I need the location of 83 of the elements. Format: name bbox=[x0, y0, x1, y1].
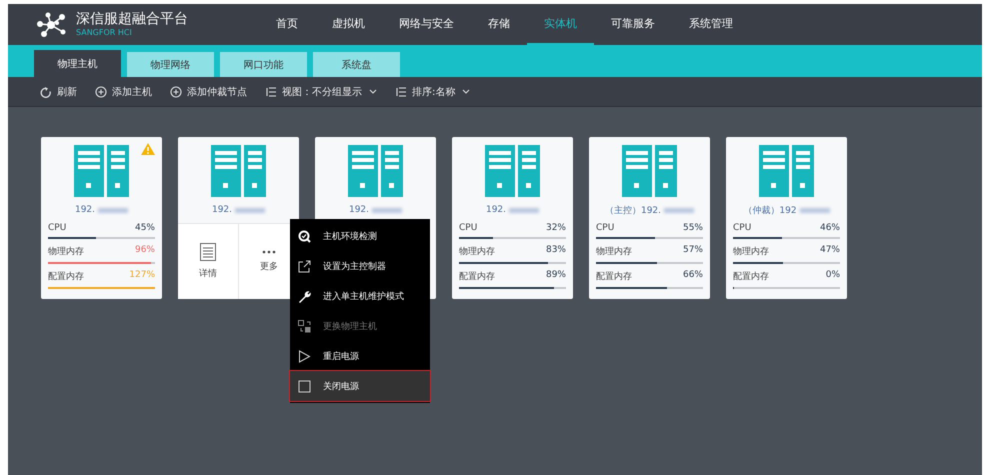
blurred-text bbox=[509, 208, 540, 212]
list-icon bbox=[395, 86, 407, 98]
card-action-button[interactable]: 详情 bbox=[178, 224, 238, 299]
metric-label: CPU bbox=[596, 223, 614, 233]
host-card[interactable]: 192. 详情 更多 bbox=[178, 137, 299, 299]
host-card[interactable]: 192. CPU 45% 物理内存 96% 配置内存 127% bbox=[41, 137, 162, 299]
metric-value: 47% bbox=[820, 245, 840, 257]
menu-item[interactable]: 关闭电源 bbox=[290, 371, 430, 401]
metric-label: 物理内存 bbox=[596, 246, 632, 258]
nav-item[interactable]: 首页 bbox=[259, 4, 315, 45]
host-ip: （仲裁）192 bbox=[743, 204, 797, 216]
metric-label: CPU bbox=[48, 223, 66, 233]
tab[interactable]: 物理主机 bbox=[34, 50, 121, 77]
metric-label: 配置内存 bbox=[459, 270, 495, 283]
metric-value: 32% bbox=[546, 223, 566, 233]
toolbar-button[interactable]: 添加仲裁节点 bbox=[170, 84, 247, 98]
caret-icon bbox=[369, 88, 377, 94]
swap-icon bbox=[298, 320, 311, 332]
host-card[interactable]: （主控）192. CPU 55% 物理内存 57% 配置内存 66% bbox=[589, 137, 710, 299]
logo-icon bbox=[34, 12, 68, 38]
metric-label: 物理内存 bbox=[733, 246, 769, 258]
square-icon bbox=[298, 380, 311, 392]
share-icon bbox=[298, 260, 311, 272]
tab[interactable]: 网口功能 bbox=[220, 52, 307, 77]
nav-item[interactable]: 可靠服务 bbox=[594, 4, 672, 45]
caret-icon bbox=[462, 88, 470, 94]
toolbar-button[interactable]: 排序:名称 bbox=[395, 84, 470, 98]
server-icon bbox=[211, 145, 266, 197]
product-title: 深信服超融合平台 bbox=[76, 11, 188, 28]
host-ip: 192. bbox=[486, 205, 506, 215]
metric-value: 0% bbox=[826, 270, 840, 282]
blurred-text bbox=[98, 208, 128, 212]
metric-label: 物理内存 bbox=[48, 246, 84, 258]
blurred-text bbox=[800, 208, 830, 212]
plus-circle-icon bbox=[170, 86, 182, 98]
list-icon bbox=[265, 86, 277, 98]
host-ip: 192. bbox=[74, 205, 96, 215]
metric-label: CPU bbox=[459, 223, 478, 233]
nav-item[interactable]: 系统管理 bbox=[672, 4, 750, 45]
blurred-text bbox=[664, 208, 694, 212]
product-subtitle: SANGFOR HCI bbox=[76, 28, 133, 38]
refresh-icon bbox=[40, 86, 52, 98]
host-ip: 192. bbox=[212, 205, 232, 215]
metric-label: 配置内存 bbox=[733, 270, 769, 283]
metric-value: 96% bbox=[134, 245, 155, 257]
host-card[interactable]: 192. CPU 32% 物理内存 83% 配置内存 89% bbox=[452, 137, 573, 299]
tab[interactable]: 物理网络 bbox=[127, 52, 214, 77]
server-icon bbox=[622, 145, 677, 197]
metric-value: 55% bbox=[682, 223, 703, 233]
play-icon bbox=[298, 350, 311, 362]
metric-value: 89% bbox=[546, 270, 566, 282]
host-card[interactable]: （仲裁）192 CPU 46% 物理内存 47% 配置内存 0% bbox=[726, 137, 847, 299]
host-ip: 192. bbox=[348, 205, 370, 215]
more-icon bbox=[262, 250, 276, 254]
metric-label: 物理内存 bbox=[459, 246, 495, 258]
wrench-icon bbox=[298, 290, 311, 302]
toolbar-button[interactable]: 添加主机 bbox=[95, 84, 152, 98]
nav-item[interactable]: 存储 bbox=[471, 4, 527, 45]
plus-circle-icon bbox=[95, 86, 107, 98]
menu-item[interactable]: 重启电源 bbox=[290, 341, 430, 371]
nav-item[interactable]: 虚拟机 bbox=[315, 4, 382, 45]
metric-value: 127% bbox=[129, 270, 155, 282]
server-icon bbox=[74, 145, 129, 197]
search-check-icon bbox=[298, 230, 311, 242]
host-ip: （主控）192. bbox=[604, 204, 662, 216]
metric-value: 46% bbox=[820, 223, 840, 233]
blurred-text bbox=[372, 208, 402, 212]
document-icon bbox=[200, 243, 216, 261]
metric-label: CPU bbox=[733, 223, 752, 233]
toolbar-button[interactable]: 刷新 bbox=[40, 84, 77, 98]
tab[interactable]: 系统盘 bbox=[313, 52, 400, 77]
metric-value: 45% bbox=[134, 223, 155, 233]
metric-value: 83% bbox=[546, 245, 566, 257]
nav-item[interactable]: 网络与安全 bbox=[382, 4, 471, 45]
server-icon bbox=[759, 145, 814, 197]
metric-value: 57% bbox=[682, 245, 703, 257]
server-icon bbox=[348, 145, 403, 197]
metric-label: 配置内存 bbox=[48, 270, 84, 283]
blurred-text bbox=[235, 208, 266, 212]
metric-label: 配置内存 bbox=[596, 270, 632, 283]
server-icon bbox=[485, 145, 540, 197]
metric-value: 66% bbox=[682, 270, 703, 282]
toolbar-button[interactable]: 视图：不分组显示 bbox=[265, 84, 377, 98]
